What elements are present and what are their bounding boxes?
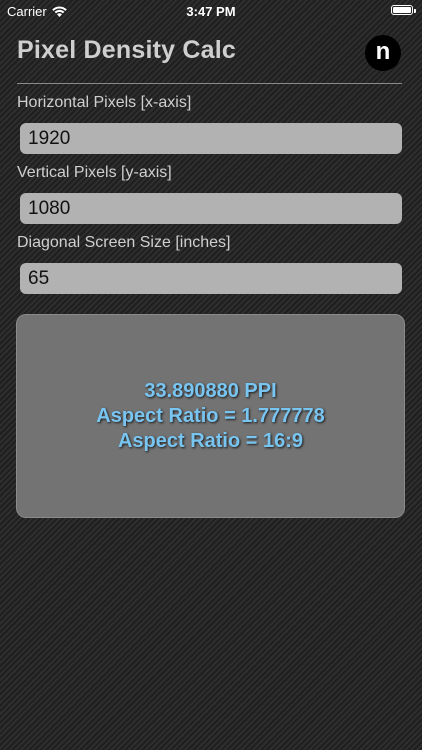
- logo-button[interactable]: n: [365, 35, 401, 71]
- status-bar: Carrier 3:47 PM: [0, 0, 422, 22]
- app-title: Pixel Density Calc: [17, 36, 236, 64]
- horizontal-pixels-input[interactable]: [20, 123, 402, 154]
- aspect-ratio-fraction: Aspect Ratio = 16:9: [117, 429, 304, 452]
- aspect-ratio-decimal: Aspect Ratio = 1.777778: [96, 404, 325, 427]
- ppi-result: 33.890880 PPI: [144, 379, 277, 402]
- title-divider: [17, 83, 402, 84]
- diagonal-size-input[interactable]: [20, 263, 402, 294]
- diagonal-size-label: Diagonal Screen Size [inches]: [17, 234, 231, 251]
- vertical-pixels-input[interactable]: [20, 193, 402, 224]
- vertical-pixels-label: Vertical Pixels [y-axis]: [17, 164, 172, 181]
- battery-level: [393, 7, 411, 13]
- horizontal-pixels-label: Horizontal Pixels [x-axis]: [17, 94, 192, 111]
- battery-icon: [391, 5, 416, 15]
- result-panel: 33.890880 PPI Aspect Ratio = 1.777778 As…: [16, 314, 405, 518]
- status-time: 3:47 PM: [186, 4, 236, 19]
